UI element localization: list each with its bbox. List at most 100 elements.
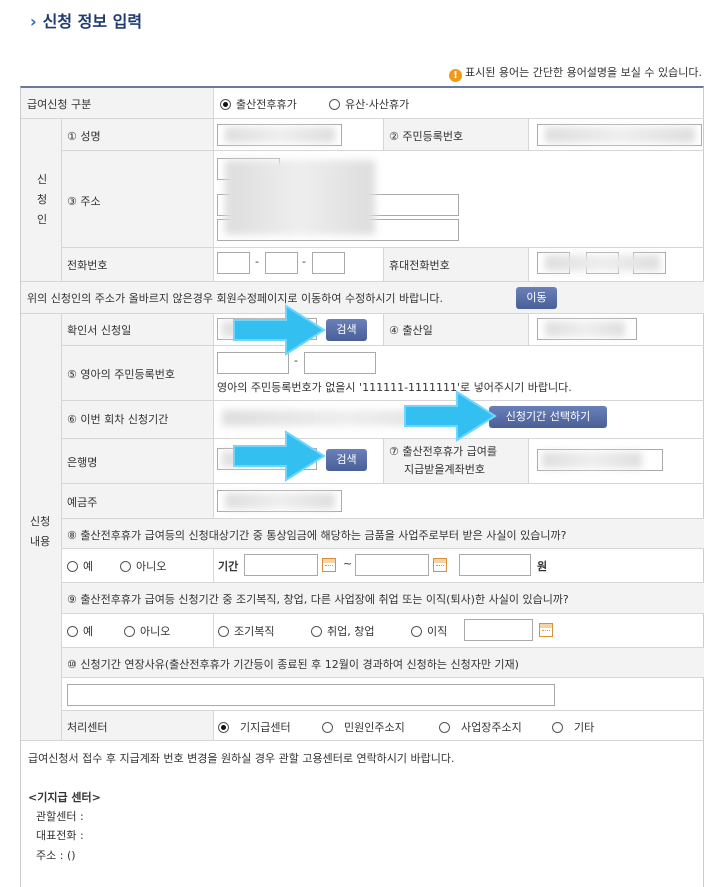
redacted-value (542, 452, 642, 468)
infant-rrn-note: 영아의 주민등록번호가 없을시 '111111-1111111'로 넣어주시기 … (217, 381, 572, 394)
calendar-icon[interactable] (322, 558, 336, 572)
q9-yes-radio[interactable]: 예 (67, 623, 93, 639)
arrow-icon (233, 430, 326, 482)
q9-resign-radio[interactable]: 이직 (411, 623, 447, 639)
holder-label: 예금주 (67, 496, 98, 509)
page-title: › 신청 정보 입력 (30, 12, 143, 31)
radio-icon (311, 626, 322, 637)
q9-no-radio[interactable]: 아니오 (124, 623, 170, 639)
dash: - (302, 255, 306, 268)
account-label-2: 지급받을계좌번호 (404, 463, 485, 476)
confirm-date-search-button[interactable]: 검색 (326, 319, 367, 341)
q8-question: ⑧ 출산전후휴가 급여등의 신청대상기간 중 통상임금에 해당하는 금품을 사업… (67, 529, 567, 542)
redacted-value (225, 493, 335, 509)
phone-field-2[interactable] (265, 252, 298, 274)
representative-phone: 대표전화 : (36, 829, 84, 842)
divider (213, 710, 214, 740)
divider (61, 710, 704, 711)
center-title: <기지급 센터> (28, 791, 101, 804)
calendar-icon[interactable] (539, 623, 553, 637)
redacted-value (545, 321, 625, 337)
bank-label: 은행명 (67, 456, 98, 469)
phone-label: 전화번호 (67, 259, 108, 272)
radio-icon (67, 561, 78, 572)
divider (213, 313, 214, 518)
radio-icon (220, 99, 231, 110)
radio-miscarriage-leave[interactable]: 유산·사산휴가 (329, 96, 409, 112)
redacted-value (545, 127, 695, 143)
phone-field-1[interactable] (217, 252, 250, 274)
divider (213, 613, 214, 647)
divider (213, 88, 214, 281)
select-period-button[interactable]: 신청기간 선택하기 (489, 406, 607, 428)
radio-icon (124, 626, 135, 637)
period-word: 기간 (218, 560, 239, 573)
center-label: 처리센터 (67, 721, 108, 734)
divider (61, 150, 704, 151)
center-radio-other[interactable]: 기타 (552, 719, 594, 735)
q8-yes-radio[interactable]: 예 (67, 558, 93, 574)
radio-icon (322, 722, 333, 733)
radio-icon (120, 561, 131, 572)
info-icon: ! (449, 69, 462, 82)
tilde: ~ (343, 557, 353, 570)
center-address: 주소 : () (36, 849, 76, 862)
center-radio-workplace[interactable]: 사업장주소지 (439, 719, 522, 735)
redacted-value (545, 255, 660, 271)
radio-icon (552, 722, 563, 733)
birth-date-label: ④ 출산일 (389, 324, 433, 337)
infant-rrn-label: ⑤ 영아의 주민등록번호 (67, 368, 175, 381)
move-button[interactable]: 이동 (516, 287, 557, 309)
arrow-icon (404, 390, 497, 442)
footer-note: 급여신청서 접수 후 지급계좌 번호 변경을 원하실 경우 관할 고용센터로 연… (28, 752, 455, 765)
calendar-icon[interactable] (433, 558, 447, 572)
radio-maternity-leave[interactable]: 출산전후휴가 (220, 96, 297, 112)
divider (21, 740, 704, 741)
content-group-label: 신청 내용 (30, 515, 51, 548)
q8-period-start-field[interactable] (244, 554, 318, 576)
divider (528, 247, 529, 281)
divider (61, 548, 704, 549)
divider (61, 518, 704, 519)
redacted-value (225, 127, 335, 143)
radio-icon (218, 626, 229, 637)
divider (61, 400, 704, 401)
radio-icon (439, 722, 450, 733)
q9-employment-radio[interactable]: 취업, 창업 (311, 623, 374, 639)
account-label: ⑦ 출산전후휴가 급여를 (389, 445, 497, 458)
address-label: ③ 주소 (67, 195, 101, 208)
q8-period-end-field[interactable] (355, 554, 429, 576)
bank-search-button[interactable]: 검색 (326, 449, 367, 471)
radio-icon (218, 722, 229, 733)
applicant-group-label: 신 청 인 (37, 173, 48, 226)
q9-date-field[interactable] (464, 619, 533, 641)
period-label: ⑥ 이번 회차 신청기간 (67, 413, 169, 426)
divider (61, 345, 704, 346)
divider (383, 313, 384, 345)
won-unit: 원 (537, 560, 548, 573)
divider (528, 118, 529, 150)
divider (528, 313, 529, 345)
arrow-icon (233, 304, 326, 356)
divider (383, 247, 384, 281)
claim-type-label: 급여신청 구분 (27, 98, 92, 111)
q8-amount-field[interactable] (459, 554, 531, 576)
divider (61, 118, 62, 281)
q8-no-radio[interactable]: 아니오 (120, 558, 166, 574)
mobile-label: 휴대전화번호 (389, 259, 450, 272)
extension-reason-field[interactable] (67, 684, 555, 706)
divider (61, 582, 704, 583)
phone-field-3[interactable] (312, 252, 345, 274)
jurisdiction-center: 관할센터 : (36, 810, 84, 823)
radio-icon (329, 99, 340, 110)
q9-early-return-radio[interactable]: 조기복직 (218, 623, 274, 639)
divider (61, 647, 704, 648)
rrn-label: ② 주민등록번호 (389, 130, 464, 143)
redacted-value (225, 160, 375, 235)
divider (61, 677, 704, 678)
center-radio-applicant[interactable]: 민원인주소지 (322, 719, 405, 735)
radio-icon (411, 626, 422, 637)
center-radio-prepaid[interactable]: 기지급센터 (218, 719, 291, 735)
divider (383, 118, 384, 150)
divider (61, 613, 704, 614)
